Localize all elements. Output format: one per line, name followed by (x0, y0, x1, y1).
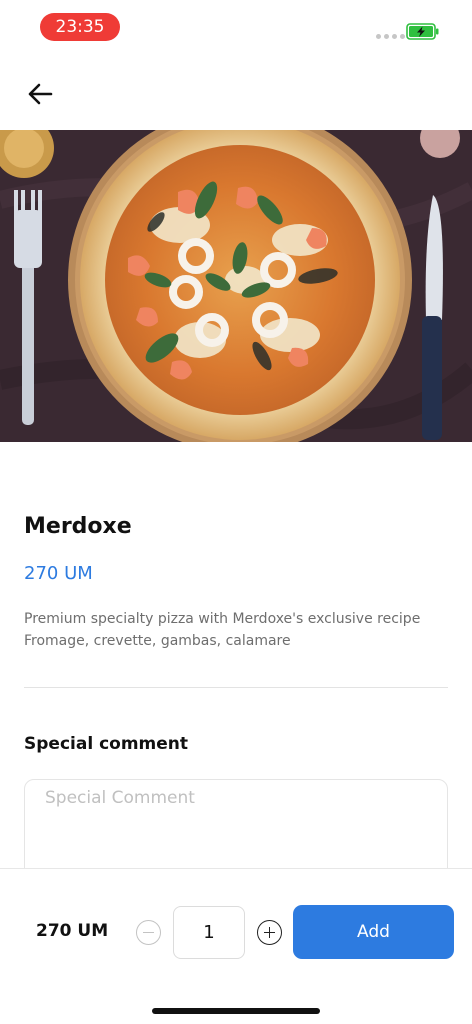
product-image (0, 130, 472, 442)
product-description: Premium specialty pizza with Merdoxe's e… (24, 608, 454, 652)
total-price: 270 UM (36, 921, 109, 941)
special-comment-title: Special comment (24, 734, 189, 754)
divider (24, 687, 448, 688)
status-bar: 23:35 (0, 0, 472, 56)
status-time: 23:35 (40, 13, 120, 41)
plus-icon[interactable] (257, 920, 282, 945)
battery-charging-icon (406, 23, 439, 40)
signal-icon (376, 34, 405, 39)
minus-icon[interactable] (136, 920, 161, 945)
description-line: Premium specialty pizza with Merdoxe's e… (24, 611, 421, 627)
home-indicator (152, 1008, 320, 1014)
back-button[interactable] (22, 78, 58, 110)
quantity-field[interactable]: 1 (173, 906, 245, 959)
order-bar: 270 UM 1 Add (0, 868, 472, 1024)
description-line: Fromage, crevette, gambas, calamare (24, 633, 291, 649)
add-button[interactable]: Add (293, 905, 454, 959)
back-arrow-icon (28, 83, 53, 105)
product-name: Merdoxe (24, 514, 132, 539)
product-price: 270 UM (24, 563, 93, 584)
